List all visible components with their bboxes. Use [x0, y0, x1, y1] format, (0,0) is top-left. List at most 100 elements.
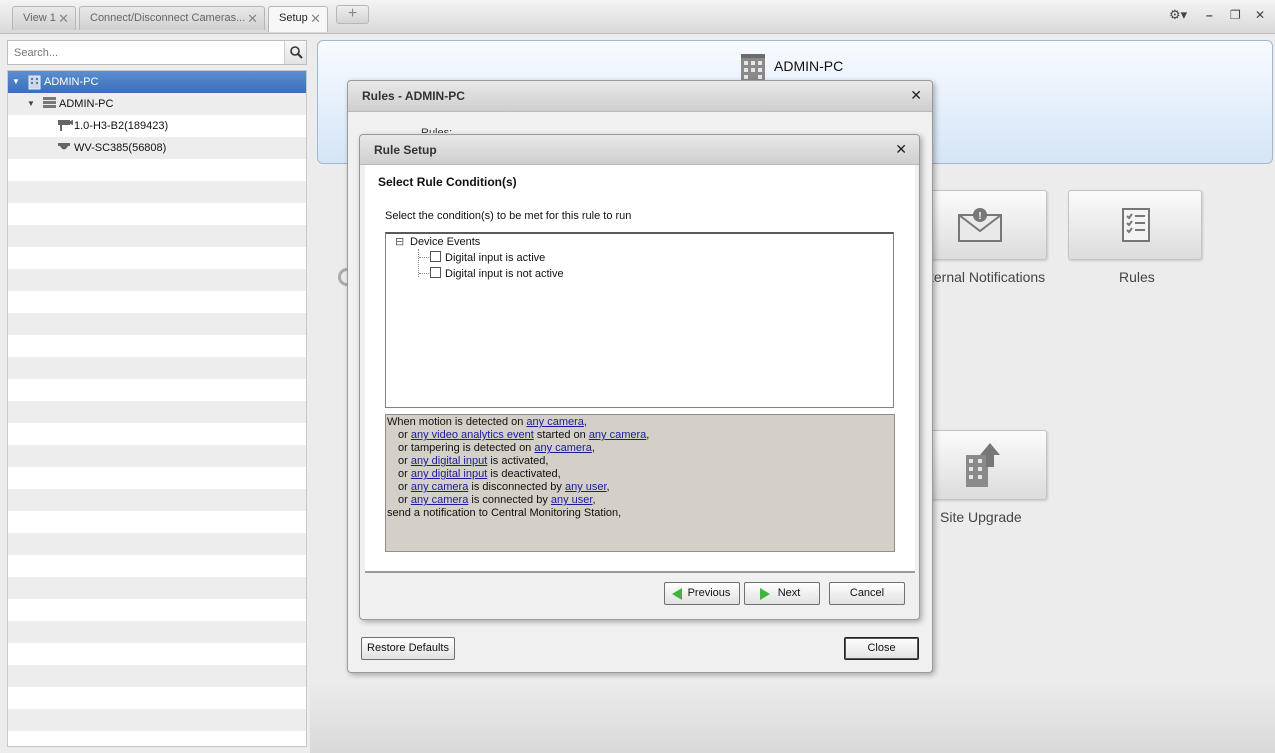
- building-icon: [741, 54, 765, 82]
- summary-line: send a notification to Central Monitorin…: [387, 507, 894, 520]
- search-button[interactable]: [284, 41, 306, 64]
- tree-group-label: Device Events: [410, 236, 481, 248]
- tree-connector: [419, 273, 429, 274]
- summary-text: ,: [606, 481, 610, 493]
- any-camera-link[interactable]: any camera: [534, 442, 591, 454]
- summary-text: is activated,: [487, 455, 549, 467]
- tab-connect-disconnect-cameras[interactable]: Connect/Disconnect Cameras... ✕: [79, 6, 265, 30]
- close-icon[interactable]: ✕: [58, 11, 69, 27]
- any-camera-link[interactable]: any camera: [589, 429, 646, 441]
- tree-item-server[interactable]: ▼ ADMIN-PC: [8, 93, 306, 115]
- rules-tile[interactable]: [1068, 190, 1202, 260]
- tree-item-label: WV-SC385(56808): [74, 142, 167, 154]
- svg-text:!: !: [978, 211, 981, 222]
- tree-item-site[interactable]: ▼ ADMIN-PC: [8, 71, 306, 93]
- summary-line: or any digital input is activated,: [387, 455, 894, 468]
- rules-tile-label: Rules: [1119, 269, 1155, 285]
- close-icon[interactable]: ✕: [910, 87, 922, 104]
- server-icon: [43, 97, 56, 108]
- device-tree: ▼ ADMIN-PC ▼ ADMIN-PC 1.0-H3-B2(189423): [7, 70, 307, 747]
- gear-icon[interactable]: ⚙▾: [1169, 7, 1187, 23]
- summary-text: or: [398, 494, 411, 506]
- any-camera-link[interactable]: any camera: [411, 494, 468, 506]
- arrow-right-icon: [760, 588, 770, 600]
- summary-text: or tampering is detected on: [398, 442, 535, 454]
- tree-item-label: 1.0-H3-B2(189423): [74, 120, 169, 132]
- dome-camera-icon: [58, 143, 70, 150]
- summary-line: or any camera is disconnected by any use…: [387, 481, 894, 494]
- summary-text: or: [398, 455, 411, 467]
- minimize-icon[interactable]: –: [1206, 8, 1213, 22]
- summary-text: When motion is detected on: [387, 416, 527, 428]
- site-upgrade-tile[interactable]: [913, 430, 1047, 500]
- condition-checkbox[interactable]: [430, 267, 441, 278]
- dialog-title-bar: Rule Setup ✕: [360, 135, 919, 165]
- close-icon[interactable]: ✕: [247, 11, 258, 27]
- summary-text: or: [398, 429, 411, 441]
- summary-text: is disconnected by: [468, 481, 565, 493]
- tab-view-1[interactable]: View 1 ✕: [12, 6, 76, 30]
- bottom-strip: [310, 680, 1275, 753]
- summary-text: or: [398, 468, 411, 480]
- next-button[interactable]: Next: [744, 582, 820, 605]
- search-input[interactable]: [12, 42, 282, 63]
- tree-item-label: ADMIN-PC: [59, 98, 114, 110]
- any-camera-link[interactable]: any camera: [411, 481, 468, 493]
- expand-triangle-icon[interactable]: ▼: [27, 93, 35, 115]
- summary-line: or any digital input is deactivated,: [387, 468, 894, 481]
- camera-icon: [58, 120, 73, 131]
- tab-bar: View 1 ✕ Connect/Disconnect Cameras... ✕…: [0, 0, 1275, 34]
- notifications-tile[interactable]: !: [913, 190, 1047, 260]
- tab-label: Setup: [279, 12, 308, 24]
- tree-item-camera[interactable]: WV-SC385(56808): [8, 137, 306, 159]
- tab-setup[interactable]: Setup ✕: [268, 6, 328, 32]
- summary-text: send a notification to Central Monitorin…: [387, 507, 622, 519]
- condition-label: Digital input is active: [445, 252, 546, 264]
- tree-item-label: ADMIN-PC: [44, 76, 99, 88]
- search-box: [7, 40, 307, 65]
- summary-text: ,: [592, 494, 596, 506]
- summary-text: started on: [533, 429, 589, 441]
- summary-text: is connected by: [468, 494, 551, 506]
- any-camera-link[interactable]: any camera: [526, 416, 583, 428]
- condition-tree: ⊟ Device Events Digital input is active …: [385, 232, 894, 408]
- page-title: ADMIN-PC: [774, 58, 844, 74]
- checklist-icon: [1122, 208, 1150, 242]
- rule-summary: When motion is detected on any camera, o…: [385, 414, 895, 552]
- close-icon[interactable]: ✕: [1255, 8, 1265, 22]
- summary-line: or tampering is detected on any camera,: [387, 442, 894, 455]
- any-user-link[interactable]: any user: [565, 481, 607, 493]
- close-icon[interactable]: ✕: [310, 11, 321, 27]
- tab-label: Connect/Disconnect Cameras...: [90, 12, 246, 24]
- tab-label: View 1: [23, 12, 56, 24]
- section-heading: Select Rule Condition(s): [378, 175, 517, 189]
- cancel-button[interactable]: Cancel: [829, 582, 905, 605]
- notifications-tile-label: ternal Notifications: [930, 269, 1046, 285]
- left-panel: ▼ ADMIN-PC ▼ ADMIN-PC 1.0-H3-B2(189423): [7, 40, 307, 747]
- building-icon: [28, 75, 41, 90]
- condition-checkbox[interactable]: [430, 251, 441, 262]
- tree-item-camera[interactable]: 1.0-H3-B2(189423): [8, 115, 306, 137]
- restore-defaults-button[interactable]: Restore Defaults: [361, 637, 455, 660]
- instruction-text: Select the condition(s) to be met for th…: [385, 210, 632, 222]
- add-tab-button[interactable]: +: [336, 5, 369, 24]
- summary-line: When motion is detected on any camera,: [387, 416, 894, 429]
- restore-icon[interactable]: ❐: [1230, 8, 1241, 22]
- any-video-analytics-event-link[interactable]: any video analytics event: [411, 429, 534, 441]
- summary-text: ,: [646, 429, 650, 441]
- any-digital-input-link[interactable]: any digital input: [411, 455, 487, 467]
- previous-button[interactable]: Previous: [664, 582, 740, 605]
- summary-text: or: [398, 481, 411, 493]
- tree-connector: [419, 257, 429, 258]
- any-user-link[interactable]: any user: [551, 494, 593, 506]
- summary-text: ,: [583, 416, 587, 428]
- any-digital-input-link[interactable]: any digital input: [411, 468, 487, 480]
- dialog-title: Rule Setup: [374, 143, 437, 157]
- close-button[interactable]: Close: [844, 637, 919, 660]
- arrow-left-icon: [672, 588, 682, 600]
- summary-text: is deactivated,: [487, 468, 561, 480]
- rules-label: Rules:: [421, 127, 453, 133]
- collapse-icon[interactable]: ⊟: [395, 235, 404, 248]
- expand-triangle-icon[interactable]: ▼: [12, 71, 20, 93]
- close-icon[interactable]: ✕: [895, 141, 907, 158]
